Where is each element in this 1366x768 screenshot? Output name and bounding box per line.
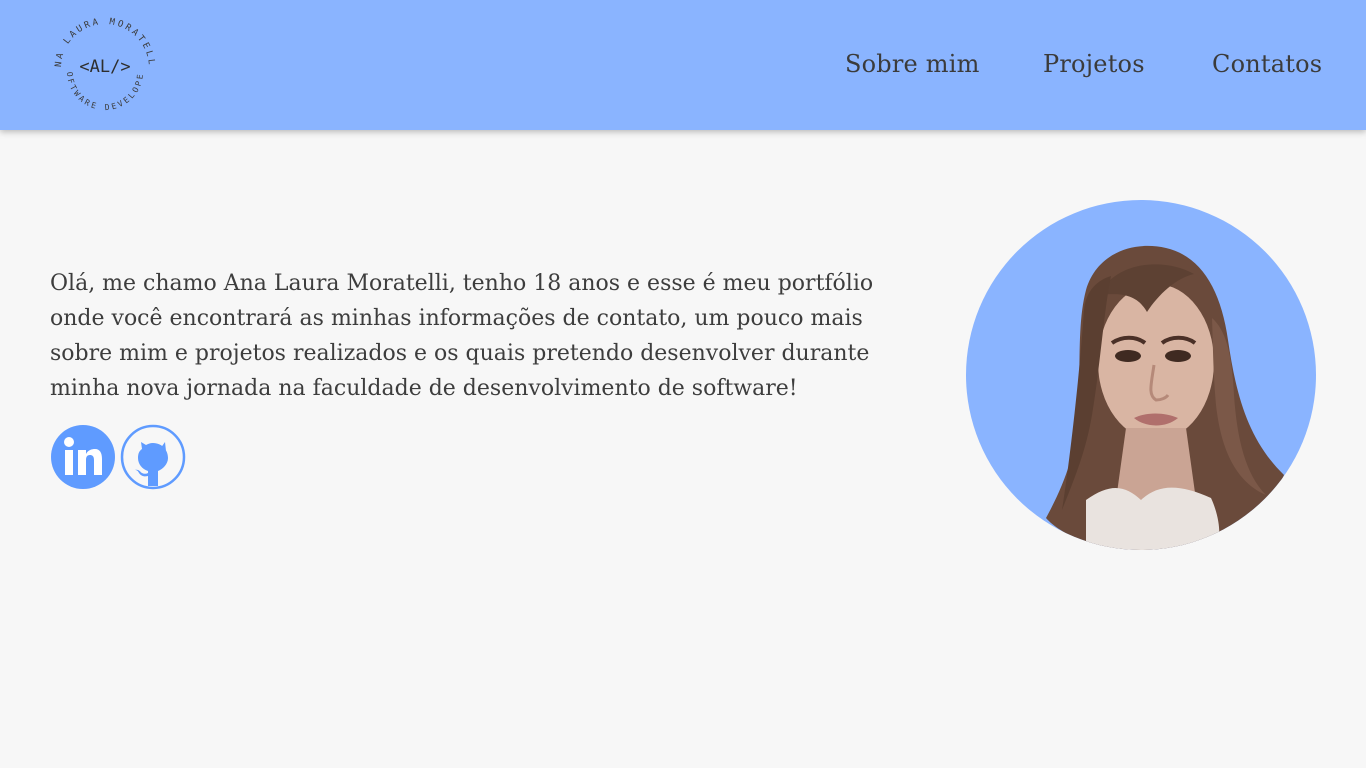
- github-link[interactable]: [120, 424, 186, 490]
- portrait-illustration: [1046, 245, 1284, 550]
- site-header: ANA LAURA MORATELLI SOFTWARE DEVELOPER <…: [0, 0, 1366, 130]
- logo-monogram: <AL/>: [79, 57, 130, 77]
- linkedin-link[interactable]: [50, 424, 116, 490]
- profile-photo: [966, 200, 1316, 550]
- nav-contatos[interactable]: Contatos: [1212, 50, 1322, 84]
- logo[interactable]: ANA LAURA MORATELLI SOFTWARE DEVELOPER <…: [47, 10, 162, 122]
- nav-projetos[interactable]: Projetos: [1043, 50, 1145, 84]
- intro-text: Olá, me chamo Ana Laura Moratelli, tenho…: [50, 271, 874, 401]
- linkedin-icon: [51, 425, 115, 489]
- github-icon: [120, 424, 186, 490]
- nav-sobre-mim[interactable]: Sobre mim: [845, 50, 980, 84]
